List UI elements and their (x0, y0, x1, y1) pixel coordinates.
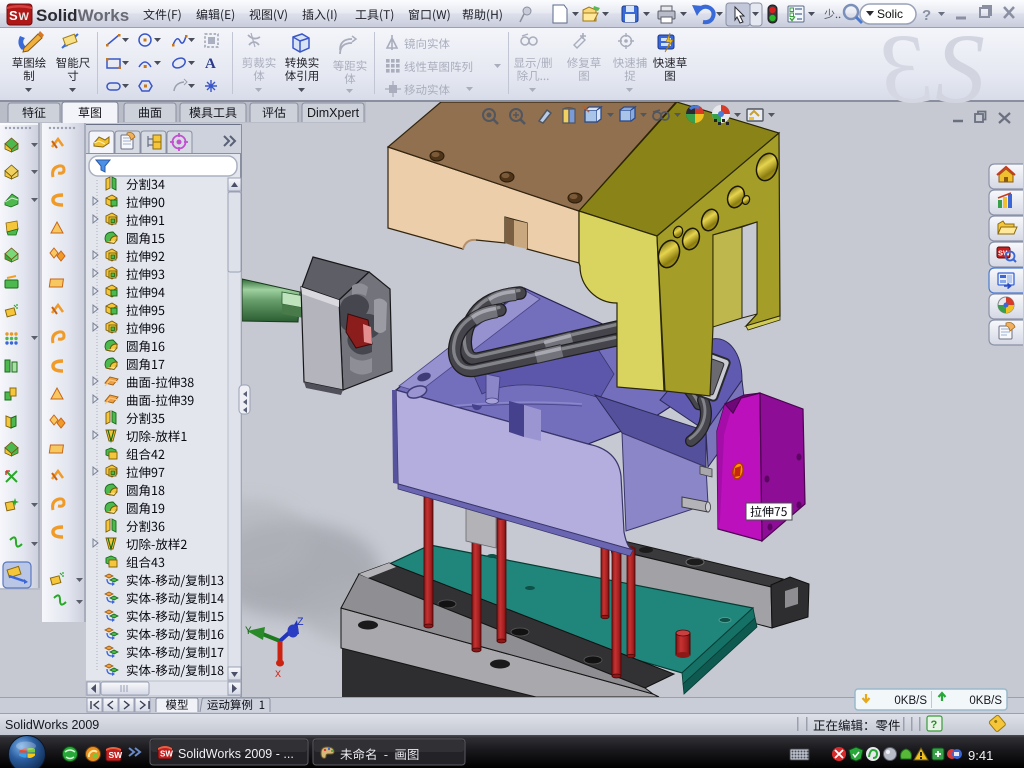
svg-text:SW: SW (109, 750, 124, 760)
svg-text:?: ? (931, 719, 938, 731)
svg-text:SolidWorks 2009: SolidWorks 2009 (5, 718, 99, 732)
svg-text:W: W (19, 11, 30, 23)
svg-text:DimXpert: DimXpert (307, 106, 360, 120)
svg-text:SW: SW (160, 750, 173, 759)
svg-text:0KB/S: 0KB/S (894, 695, 927, 707)
svg-text:S: S (935, 13, 985, 124)
svg-text:3: 3 (880, 13, 931, 124)
svg-text:S: S (9, 8, 18, 23)
svg-text:SolidWorks: SolidWorks (36, 6, 129, 25)
svg-text:9:41: 9:41 (968, 748, 993, 763)
svg-text:SolidWorks 2009 - ...: SolidWorks 2009 - ... (178, 747, 294, 761)
svg-text:0KB/S: 0KB/S (969, 695, 1002, 707)
svg-text:A: A (205, 56, 216, 72)
svg-text:SW: SW (998, 249, 1011, 258)
